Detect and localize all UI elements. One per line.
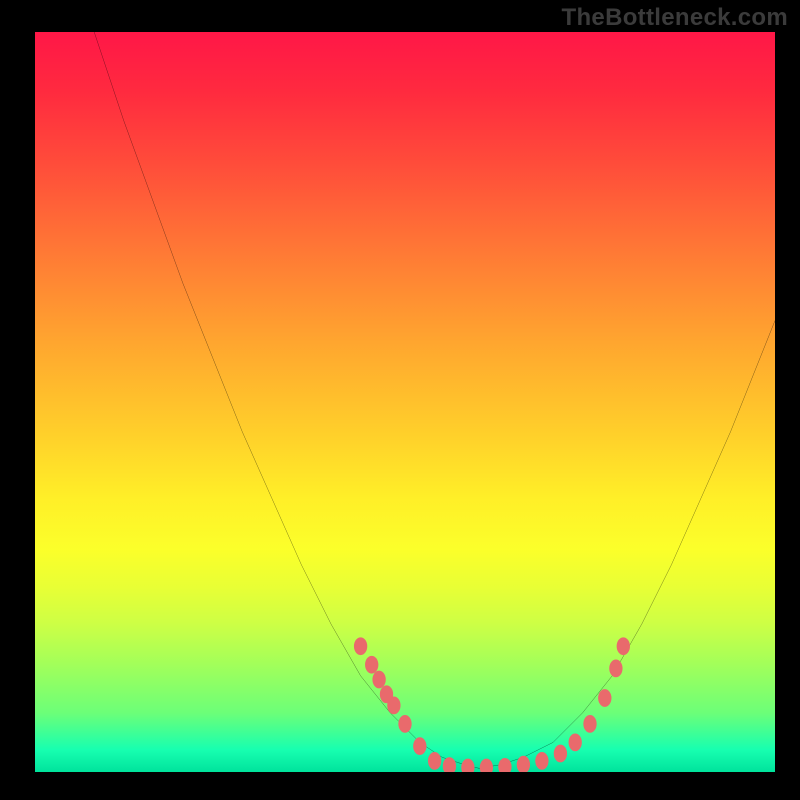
marker-point xyxy=(609,660,622,678)
marker-point xyxy=(535,752,548,770)
marker-point xyxy=(583,715,596,733)
marker-point xyxy=(461,759,474,772)
marker-point xyxy=(413,737,426,755)
marker-point xyxy=(443,757,456,772)
watermark-text: TheBottleneck.com xyxy=(562,4,788,32)
curve-left-path xyxy=(94,32,479,768)
marker-point xyxy=(498,758,511,772)
marker-point xyxy=(372,671,385,689)
marker-point xyxy=(428,752,441,770)
marker-point xyxy=(365,656,378,674)
marker-point xyxy=(398,715,411,733)
marker-point xyxy=(617,637,630,655)
curve-right-path xyxy=(479,321,775,769)
marker-point xyxy=(387,697,400,715)
markers-group xyxy=(354,637,630,772)
marker-point xyxy=(380,685,393,703)
chart-svg xyxy=(35,32,775,772)
curve-group xyxy=(94,32,775,768)
marker-point xyxy=(354,637,367,655)
chart-frame: TheBottleneck.com xyxy=(0,0,800,800)
marker-point xyxy=(480,759,493,772)
marker-point xyxy=(598,689,611,707)
marker-point xyxy=(517,756,530,772)
plot-area xyxy=(35,32,775,772)
marker-point xyxy=(569,734,582,752)
marker-point xyxy=(554,745,567,763)
